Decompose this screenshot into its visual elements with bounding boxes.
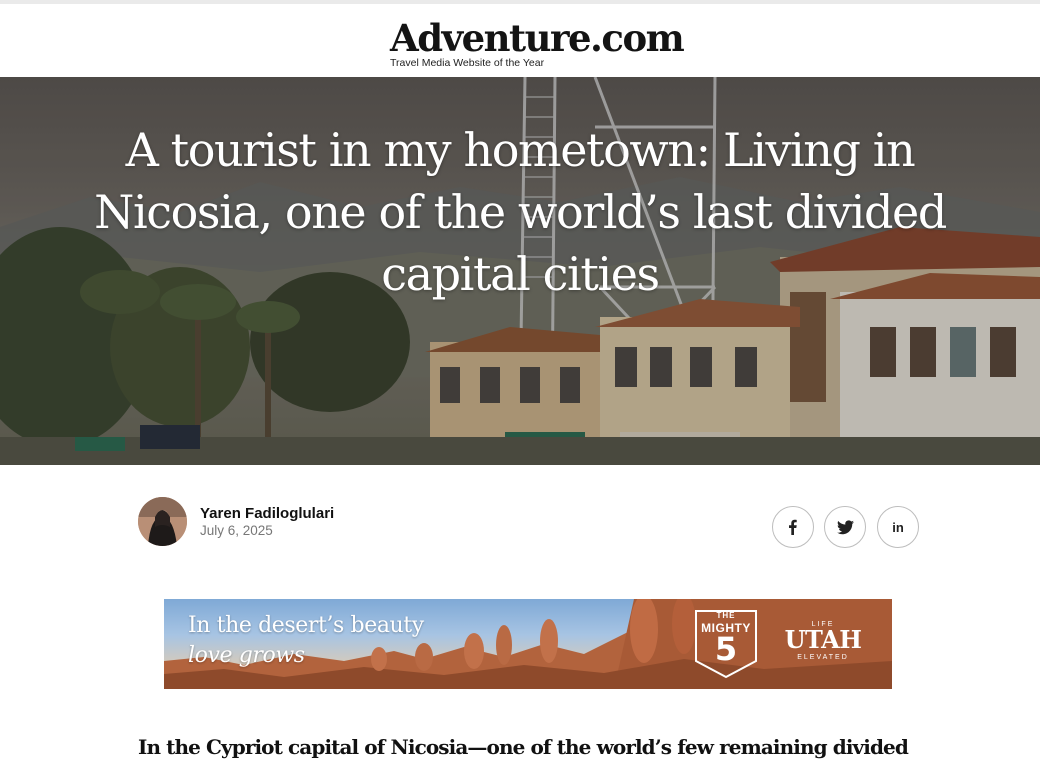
share-linkedin-button[interactable]: in [877, 506, 919, 548]
utah-wordmark: UTAH [784, 625, 862, 654]
share-facebook-button[interactable] [772, 506, 814, 548]
author-name[interactable]: Yaren Fadiloglulari [200, 505, 334, 522]
badge-number: 5 [714, 630, 738, 668]
site-logo-link[interactable]: Adventure.com Travel Media Website of th… [390, 18, 685, 69]
publish-date: July 6, 2025 [200, 523, 273, 538]
ad-subheadline: love grows [188, 643, 305, 668]
hero-image: A tourist in my hometown: Living in Nico… [0, 77, 1040, 465]
badge-top-text: THE [716, 611, 736, 620]
utah-logo: LIFE UTAH ELEVATED [778, 621, 868, 661]
author-row: Yaren Fadiloglulari July 6, 2025 in [138, 497, 920, 549]
linkedin-icon: in [892, 519, 904, 535]
author-avatar[interactable] [138, 497, 187, 546]
site-logo[interactable]: Adventure.com [390, 18, 685, 58]
mighty-five-badge: THE MIGHTY 5 [696, 611, 756, 679]
page: Adventure.com Travel Media Website of th… [0, 0, 1040, 763]
utah-elevated-text: ELEVATED [797, 654, 849, 661]
facebook-icon [789, 519, 797, 535]
share-twitter-button[interactable] [824, 506, 866, 548]
article-title: A tourist in my hometown: Living in Nico… [94, 123, 947, 301]
advertisement-banner[interactable]: In the desert’s beauty love grows THE MI… [164, 599, 892, 689]
article-lead: In the Cypriot capital of Nicosia—one of… [138, 735, 909, 759]
ad-headline: In the desert’s beauty [188, 613, 424, 638]
site-header: Adventure.com Travel Media Website of th… [0, 0, 1040, 77]
avatar-photo [138, 497, 187, 546]
twitter-icon [836, 519, 854, 534]
